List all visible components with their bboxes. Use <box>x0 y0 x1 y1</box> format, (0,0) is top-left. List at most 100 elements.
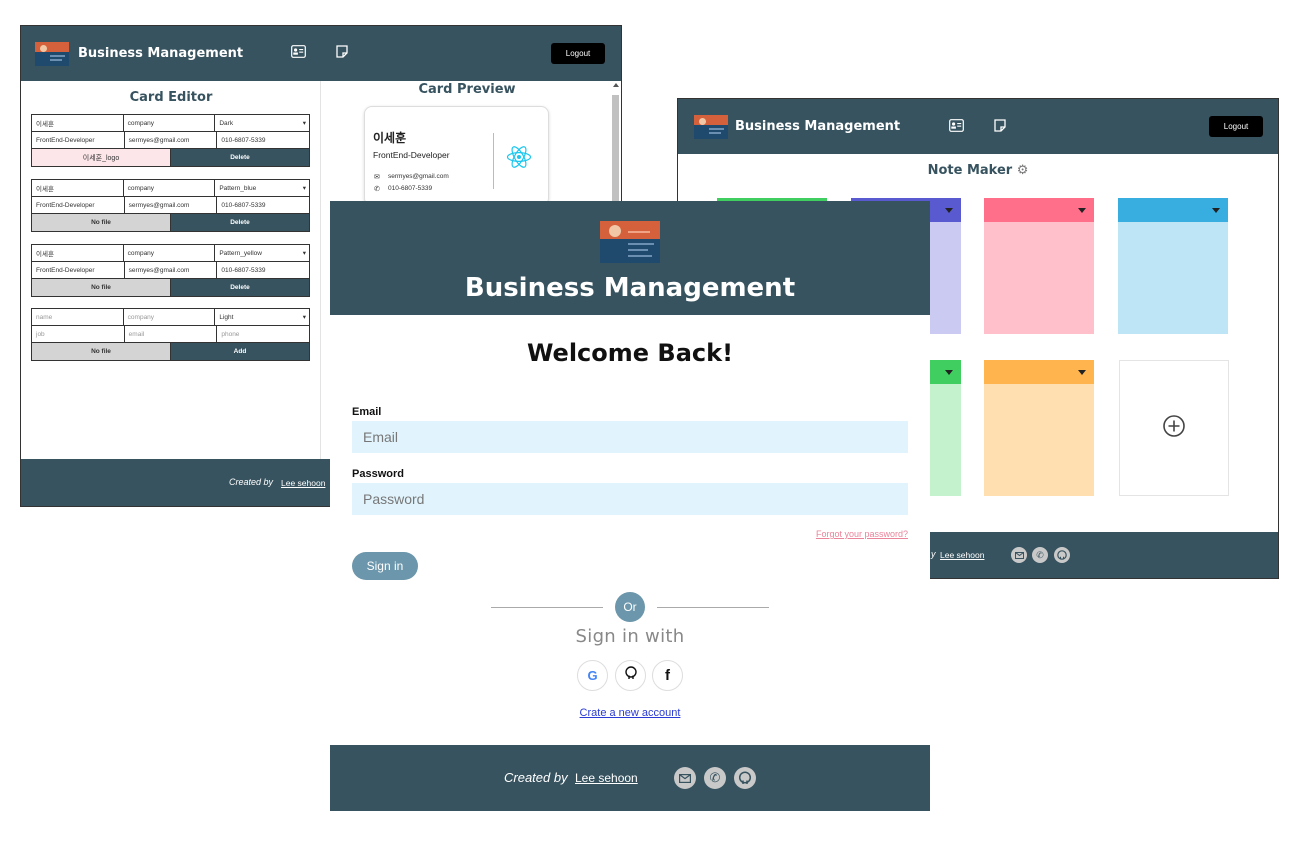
theme-select[interactable]: Pattern_blue ▾ <box>215 180 309 196</box>
logout-button[interactable]: Logout <box>551 43 605 64</box>
footer-author-link[interactable]: Lee sehoon <box>575 771 638 785</box>
phone-field[interactable]: 010-6807-5339 <box>217 132 309 148</box>
card-icon[interactable] <box>291 45 306 58</box>
email-input[interactable]: email <box>125 326 218 342</box>
job-input[interactable]: job <box>32 326 125 342</box>
forgot-password-link[interactable]: Forgot your password? <box>816 529 908 539</box>
name-field[interactable]: 이세훈 <box>32 245 124 261</box>
mail-icon[interactable] <box>1011 547 1027 563</box>
theme-select[interactable]: Light ▾ <box>215 309 309 325</box>
note-color-dropdown-icon[interactable] <box>945 208 953 213</box>
login-window: Business Management Welcome Back! Email … <box>330 201 930 811</box>
note-maker-title: Note Maker ⚙ <box>678 163 1278 178</box>
gear-icon[interactable]: ⚙ <box>1017 163 1029 178</box>
divider-left <box>491 607 603 608</box>
chevron-down-icon: ▾ <box>302 120 307 127</box>
note-icon[interactable] <box>994 119 1006 132</box>
phone-icon[interactable]: ✆ <box>1032 547 1048 563</box>
file-button[interactable]: No file <box>32 214 171 231</box>
card-editor-title: Card Editor <box>129 90 213 105</box>
create-account-link[interactable]: Crate a new account <box>330 707 930 719</box>
brand-logo <box>35 41 69 66</box>
phone-icon[interactable]: ✆ <box>704 767 726 789</box>
header: Business Management Logout <box>21 26 621 81</box>
password-label: Password <box>352 468 404 480</box>
title-field[interactable]: FrontEnd-Developer <box>32 132 125 148</box>
note-blue[interactable] <box>1118 198 1228 334</box>
note-orange[interactable] <box>984 360 1094 496</box>
google-login-button[interactable]: G <box>577 660 608 691</box>
note-pink[interactable] <box>984 198 1094 334</box>
note-color-dropdown-icon[interactable] <box>1212 208 1220 213</box>
footer: Created by Lee sehoon ✆ <box>330 745 930 811</box>
theme-select[interactable]: Pattern_yellow ▾ <box>215 245 309 261</box>
chevron-down-icon: ▾ <box>302 250 307 257</box>
add-note-button[interactable] <box>1119 360 1229 496</box>
phone-icon: ✆ <box>374 186 380 193</box>
divider-right <box>657 607 769 608</box>
email-input[interactable] <box>352 421 908 453</box>
google-icon: G <box>587 668 598 683</box>
brand-title: Business Management <box>735 119 901 134</box>
email-field[interactable]: sermyes@gmail.com <box>125 132 218 148</box>
company-field[interactable]: company <box>124 180 216 196</box>
card-preview: 이세훈 FrontEnd-Developer ✉ sermyes@gmail.c… <box>364 106 549 206</box>
file-button[interactable]: No file <box>32 343 171 360</box>
title-field[interactable]: FrontEnd-Developer <box>32 262 125 278</box>
password-input[interactable] <box>352 483 908 515</box>
brand-logo <box>600 221 660 263</box>
delete-button[interactable]: Delete <box>171 279 309 296</box>
login-header: Business Management <box>330 201 930 315</box>
chevron-down-icon: ▾ <box>302 185 307 192</box>
phone-field[interactable]: 010-6807-5339 <box>217 262 309 278</box>
mail-icon[interactable] <box>674 767 696 789</box>
phone-input[interactable]: phone <box>217 326 309 342</box>
footer-author-link[interactable]: Lee sehoon <box>281 478 325 488</box>
preview-divider <box>493 133 494 189</box>
preview-email: sermyes@gmail.com <box>388 173 449 180</box>
note-color-dropdown-icon[interactable] <box>945 370 953 375</box>
logout-button[interactable]: Logout <box>1209 116 1263 137</box>
theme-select[interactable]: Dark ▾ <box>215 115 309 131</box>
name-input[interactable]: name <box>32 309 124 325</box>
github-login-button[interactable] <box>615 660 646 691</box>
card-form-1: 이세훈 company Dark ▾ FrontEnd-Developer sermye… <box>31 114 310 167</box>
file-button[interactable]: No file <box>32 279 171 296</box>
footer-created-label: Created by <box>504 770 568 785</box>
note-icon[interactable] <box>336 45 348 58</box>
title-field[interactable]: FrontEnd-Developer <box>32 197 125 213</box>
email-field[interactable]: sermyes@gmail.com <box>125 262 218 278</box>
github-icon[interactable] <box>1054 547 1070 563</box>
name-field[interactable]: 이세훈 <box>32 115 124 131</box>
phone-field[interactable]: 010-6807-5339 <box>217 197 309 213</box>
create-account-text[interactable]: Crate a new account <box>580 707 681 719</box>
theme-value: Light <box>219 313 234 321</box>
sign-in-button[interactable]: Sign in <box>352 552 418 580</box>
scrollbar[interactable] <box>612 83 619 205</box>
preview-name: 이세훈 <box>373 131 407 145</box>
facebook-login-button[interactable]: f <box>652 660 683 691</box>
card-icon[interactable] <box>949 119 964 132</box>
panel-divider <box>320 81 321 459</box>
github-icon <box>624 666 638 685</box>
footer-created-label: y <box>931 549 936 559</box>
company-input[interactable]: company <box>124 309 216 325</box>
file-button[interactable]: 이세훈_logo <box>32 149 171 166</box>
email-field[interactable]: sermyes@gmail.com <box>125 197 218 213</box>
company-field[interactable]: company <box>124 115 216 131</box>
or-badge: Or <box>615 592 645 622</box>
chevron-down-icon: ▾ <box>302 314 307 321</box>
delete-button[interactable]: Delete <box>171 149 309 166</box>
github-icon[interactable] <box>734 767 756 789</box>
sign-in-with-label: Sign in with <box>575 626 685 647</box>
name-field[interactable]: 이세훈 <box>32 180 124 196</box>
react-logo-icon <box>506 145 532 174</box>
note-color-dropdown-icon[interactable] <box>1078 370 1086 375</box>
footer-author-link[interactable]: Lee sehoon <box>940 550 984 560</box>
add-button[interactable]: Add <box>171 343 309 360</box>
company-field[interactable]: company <box>124 245 216 261</box>
card-form-2: 이세훈 company Pattern_blue ▾ FrontEnd-Develop… <box>31 179 310 232</box>
delete-button[interactable]: Delete <box>171 214 309 231</box>
theme-value: Pattern_yellow <box>219 249 262 257</box>
note-color-dropdown-icon[interactable] <box>1078 208 1086 213</box>
